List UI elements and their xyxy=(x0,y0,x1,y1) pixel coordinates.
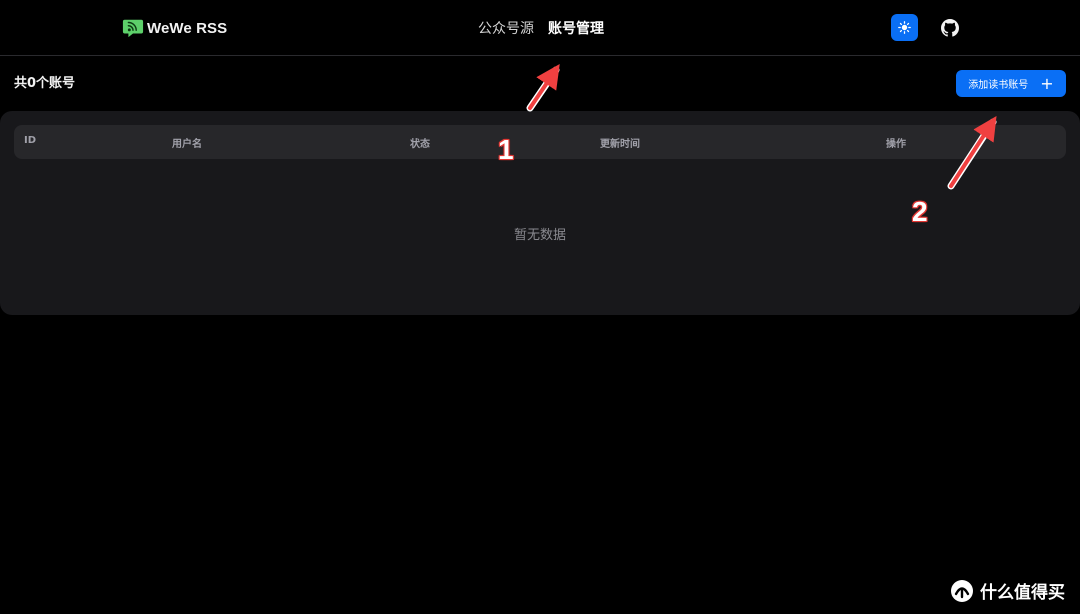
annotation-arrow-1 xyxy=(526,64,560,112)
main-nav: 公众号源 账号管理 xyxy=(478,18,604,38)
theme-toggle-button[interactable] xyxy=(891,14,918,41)
watermark-logo-icon xyxy=(951,579,973,602)
brand-name: WeWe RSS xyxy=(147,19,228,37)
column-header-username[interactable]: 用户名 xyxy=(172,135,202,150)
account-count: 共0个账号 xyxy=(14,76,76,91)
nav-item-feeds[interactable]: 公众号源 xyxy=(478,18,534,38)
add-account-button[interactable]: 添加读书账号 + xyxy=(956,70,1066,97)
column-header-status[interactable]: 状态 xyxy=(410,135,430,150)
plus-icon: + xyxy=(1040,73,1054,93)
column-header-actions[interactable]: 操作 xyxy=(886,135,906,150)
watermark-text: 什么值得买 xyxy=(980,583,1065,603)
table-header-row: ID 用户名 状态 更新时间 操作 xyxy=(14,125,1066,159)
column-header-id[interactable]: ID xyxy=(24,135,36,146)
sun-icon xyxy=(898,21,911,34)
annotation-label-2: 2 xyxy=(912,196,928,227)
annotation-label-1: 1 xyxy=(498,134,514,165)
top-navbar: WeWe RSS 公众号源 账号管理 xyxy=(0,0,1080,56)
github-link[interactable] xyxy=(938,14,962,41)
github-icon xyxy=(941,18,959,37)
brand[interactable]: WeWe RSS xyxy=(122,16,227,40)
column-header-updated-at[interactable]: 更新时间 xyxy=(600,135,640,150)
watermark: 什么值得买 xyxy=(950,578,1065,603)
nav-item-accounts[interactable]: 账号管理 xyxy=(548,18,604,38)
rss-logo-icon xyxy=(122,19,144,38)
add-account-label: 添加读书账号 xyxy=(968,80,1029,91)
